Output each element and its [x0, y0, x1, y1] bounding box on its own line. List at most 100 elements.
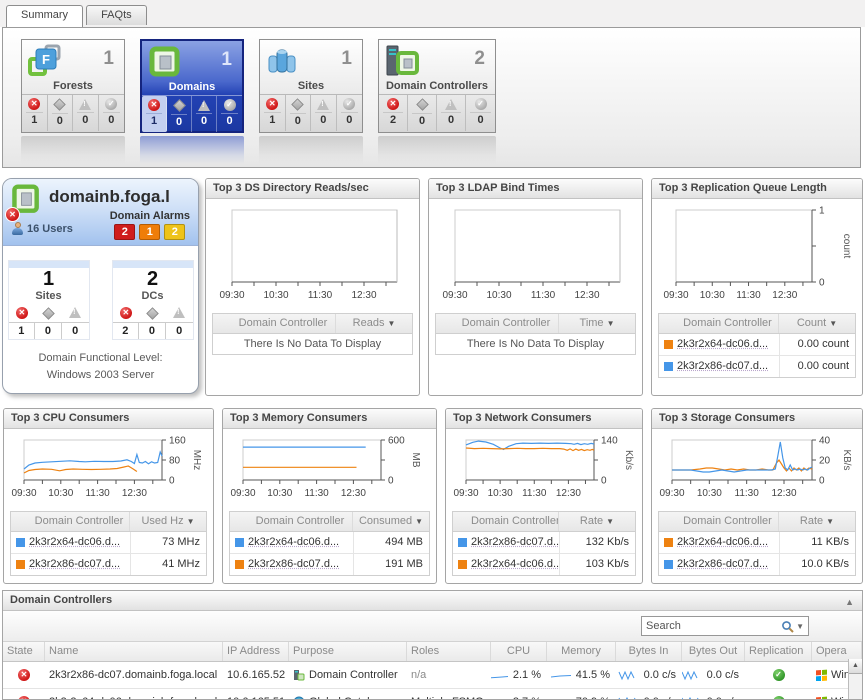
- col-memory[interactable]: Memory: [547, 642, 616, 661]
- col-roles[interactable]: Roles: [407, 642, 491, 661]
- svg-text:12:30: 12:30: [771, 488, 796, 499]
- sort-desc-icon: ▼: [415, 517, 423, 526]
- fatal-count: 1: [264, 112, 281, 126]
- legend-col-reads[interactable]: Reads▼: [335, 314, 412, 333]
- col-state[interactable]: State: [3, 642, 45, 661]
- normal-count: 0: [341, 112, 359, 126]
- series-swatch: [235, 538, 244, 547]
- search-input[interactable]: [642, 620, 781, 632]
- tab-summary[interactable]: Summary: [6, 5, 83, 27]
- legend-col-used-hz[interactable]: Used Hz▼: [129, 512, 206, 531]
- mini-tile-band: [113, 261, 193, 268]
- tile-forests[interactable]: F 1 Forests 1 0 0 0: [21, 39, 125, 133]
- svg-text:MB: MB: [410, 453, 421, 468]
- dc-name-link[interactable]: 2k3r2x86-dc07.domainb.foga.local: [45, 669, 223, 681]
- col-bytes-out[interactable]: Bytes Out: [682, 642, 745, 661]
- warning-icon: [198, 100, 210, 111]
- col-name[interactable]: Name: [45, 642, 223, 661]
- legend-col-rate[interactable]: Rate▼: [558, 512, 635, 531]
- col-cpu[interactable]: CPU: [491, 642, 547, 661]
- legend-row[interactable]: 2k3r2x64-dc06.d... 73 MHz: [11, 532, 206, 554]
- domain-summary-card[interactable]: domainb.foga.l 16 Users Domain Alarms 2 …: [2, 178, 199, 394]
- col-replication[interactable]: Replication: [745, 642, 812, 661]
- tile-domains[interactable]: 1 Domains 1 0 0 0: [140, 39, 244, 133]
- sort-desc-icon: ▼: [187, 517, 195, 526]
- panel-title: Top 3 Replication Queue Length: [652, 179, 862, 199]
- series-swatch: [664, 362, 673, 371]
- windows-icon: [816, 669, 827, 681]
- fatal-alarm-badge[interactable]: 2: [114, 224, 135, 240]
- legend-col-consumed[interactable]: Consumed▼: [352, 512, 429, 531]
- panel-ds-reads: Top 3 DS Directory Reads/sec 09:3010:301…: [205, 178, 420, 396]
- dc-name-link[interactable]: 2k3r2x64-dc06.d...: [677, 334, 779, 355]
- legend-col-rate[interactable]: Rate▼: [778, 512, 855, 531]
- functional-level: Domain Functional Level: Windows 2003 Se…: [3, 350, 198, 384]
- storage-consumers-chart: 09:3010:3011:3012:3002040KB/s: [652, 432, 862, 509]
- panel-network-consumers: Top 3 Network Consumers 09:3010:3011:301…: [445, 408, 643, 584]
- legend-row[interactable]: 2k3r2x64-dc06.d... 103 Kb/s: [453, 554, 635, 575]
- svg-text:40: 40: [819, 436, 831, 447]
- col-bytes-in[interactable]: Bytes In: [616, 642, 682, 661]
- legend-col-domain-controller: Domain Controller: [677, 512, 778, 531]
- dc-name-link[interactable]: 2k3r2x86-dc07.d...: [29, 554, 130, 575]
- alarms-label: Domain Alarms: [110, 210, 190, 222]
- tile-domain-controllers[interactable]: 2 Domain Controllers 2 0 0 0: [378, 39, 496, 133]
- legend-col-domain-controller: Domain Controller: [677, 314, 778, 333]
- warning-icon: [69, 307, 81, 318]
- tile-count: 2: [474, 48, 485, 70]
- dcs-mini-tile[interactable]: 2 DCs 2 0 0: [112, 260, 194, 340]
- search-box[interactable]: ▼: [641, 616, 809, 636]
- legend-col-domain-controller: Domain Controller: [454, 314, 558, 333]
- table-row[interactable]: 2k3r2x64-dc06.domainb.foga.local 10.6.16…: [3, 689, 862, 700]
- cpu-consumers-chart: 09:3010:3011:3012:30080160MHz: [4, 432, 213, 509]
- dc-name-link[interactable]: 2k3r2x86-dc07.d...: [677, 554, 779, 575]
- sort-desc-icon: ▼: [829, 319, 837, 328]
- tab-faqts[interactable]: FAQts: [86, 5, 147, 25]
- functional-level-label: Domain Functional Level:: [3, 350, 198, 367]
- sites-mini-tile[interactable]: 1 Sites 1 0 0: [8, 260, 90, 340]
- critical-alarm-badge[interactable]: 1: [139, 224, 160, 240]
- legend-row[interactable]: 2k3r2x86-dc07.d... 191 MB: [230, 554, 429, 575]
- critical-icon: [291, 98, 304, 111]
- metric-value: 0.00 count: [779, 356, 855, 377]
- svg-text:Kb/s: Kb/s: [623, 450, 634, 470]
- dc-name-link[interactable]: 2k3r2x86-dc07.d...: [471, 532, 559, 553]
- legend-row[interactable]: 2k3r2x86-dc07.d... 0.00 count: [659, 356, 855, 377]
- table-scrollbar[interactable]: ▲: [848, 659, 862, 699]
- table-row[interactable]: 2k3r2x86-dc07.domainb.foga.local 10.6.16…: [3, 662, 862, 689]
- legend-col-domain-controller: Domain Controller: [231, 314, 335, 333]
- svg-text:09:30: 09:30: [11, 488, 36, 499]
- svg-text:KB/s: KB/s: [841, 449, 852, 470]
- col-ip-address[interactable]: IP Address: [223, 642, 289, 661]
- legend-row[interactable]: 2k3r2x64-dc06.d... 494 MB: [230, 532, 429, 554]
- search-options-caret-icon[interactable]: ▼: [796, 622, 804, 631]
- legend-row[interactable]: 2k3r2x86-dc07.d... 132 Kb/s: [453, 532, 635, 554]
- tile-label: Domain Controllers: [379, 80, 495, 95]
- dc-name-link[interactable]: 2k3r2x64-dc06.d...: [29, 532, 130, 553]
- legend-row[interactable]: 2k3r2x64-dc06.d... 11 KB/s: [659, 532, 855, 554]
- legend-row[interactable]: 2k3r2x64-dc06.d... 0.00 count: [659, 334, 855, 356]
- legend-row[interactable]: 2k3r2x86-dc07.d... 41 MHz: [11, 554, 206, 575]
- metric-value: 191 MB: [353, 554, 429, 575]
- bytes-in-value: 0.0 c/s: [644, 669, 676, 681]
- memory-consumers-legend: Domain Controller Consumed▼ 2k3r2x64-dc0…: [229, 511, 430, 576]
- warning-icon: [317, 99, 329, 110]
- dc-name-link[interactable]: 2k3r2x86-dc07.d...: [248, 554, 353, 575]
- dc-name-link[interactable]: 2k3r2x64-dc06.d...: [248, 532, 353, 553]
- tile-sites[interactable]: 1 Sites 1 0 0 0: [259, 39, 363, 133]
- dc-name-link[interactable]: 2k3r2x64-dc06.d...: [677, 532, 779, 553]
- search-icon[interactable]: [781, 620, 794, 633]
- collapse-icon[interactable]: ▲: [845, 593, 854, 612]
- legend-col-count[interactable]: Count▼: [778, 314, 855, 333]
- scroll-up-icon[interactable]: ▲: [849, 659, 862, 674]
- legend-row[interactable]: 2k3r2x86-dc07.d... 10.0 KB/s: [659, 554, 855, 575]
- warning-alarm-badge[interactable]: 2: [164, 224, 185, 240]
- ds-reads-legend: Domain Controller Reads▼ There Is No Dat…: [212, 313, 413, 355]
- dc-name-link[interactable]: 2k3r2x86-dc07.d...: [677, 356, 779, 377]
- legend-col-time[interactable]: Time▼: [558, 314, 635, 333]
- dc-name-link[interactable]: 2k3r2x64-dc06.d...: [471, 554, 559, 575]
- critical-count: 0: [290, 113, 307, 127]
- col-purpose[interactable]: Purpose: [289, 642, 407, 661]
- domain-icon: [147, 45, 183, 79]
- fatal-icon: [148, 99, 160, 111]
